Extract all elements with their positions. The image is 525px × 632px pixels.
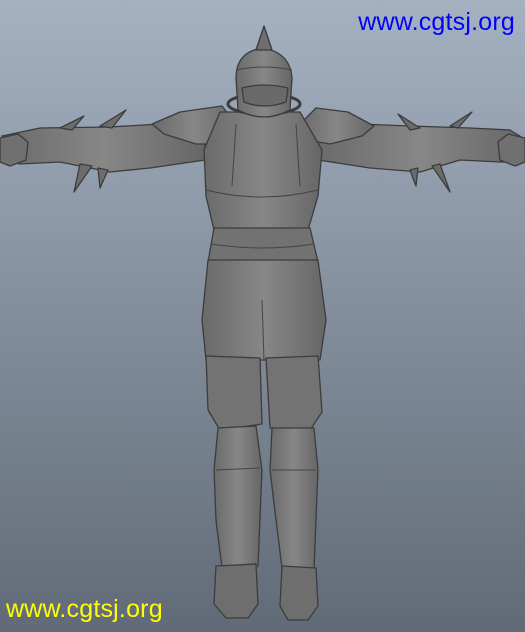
torso-armor (203, 111, 323, 231)
helmet-crest (255, 25, 273, 51)
left-thigh-plate (205, 355, 263, 431)
watermark-bottom: www.cgtsj.org (6, 595, 163, 623)
3d-viewport[interactable]: www.cgtsj.org www.cgtsj.org (0, 0, 525, 632)
left-hand (0, 133, 29, 167)
right-shin (269, 427, 319, 571)
right-foot (279, 565, 319, 621)
right-thigh-plate (265, 355, 323, 431)
armored-character-model[interactable] (0, 0, 525, 632)
watermark-top: www.cgtsj.org (358, 8, 515, 36)
left-foot (213, 563, 259, 619)
right-hand (497, 133, 525, 167)
helmet (235, 47, 293, 118)
helmet-visor (241, 84, 289, 107)
left-shin (213, 425, 263, 569)
belt (207, 227, 319, 263)
